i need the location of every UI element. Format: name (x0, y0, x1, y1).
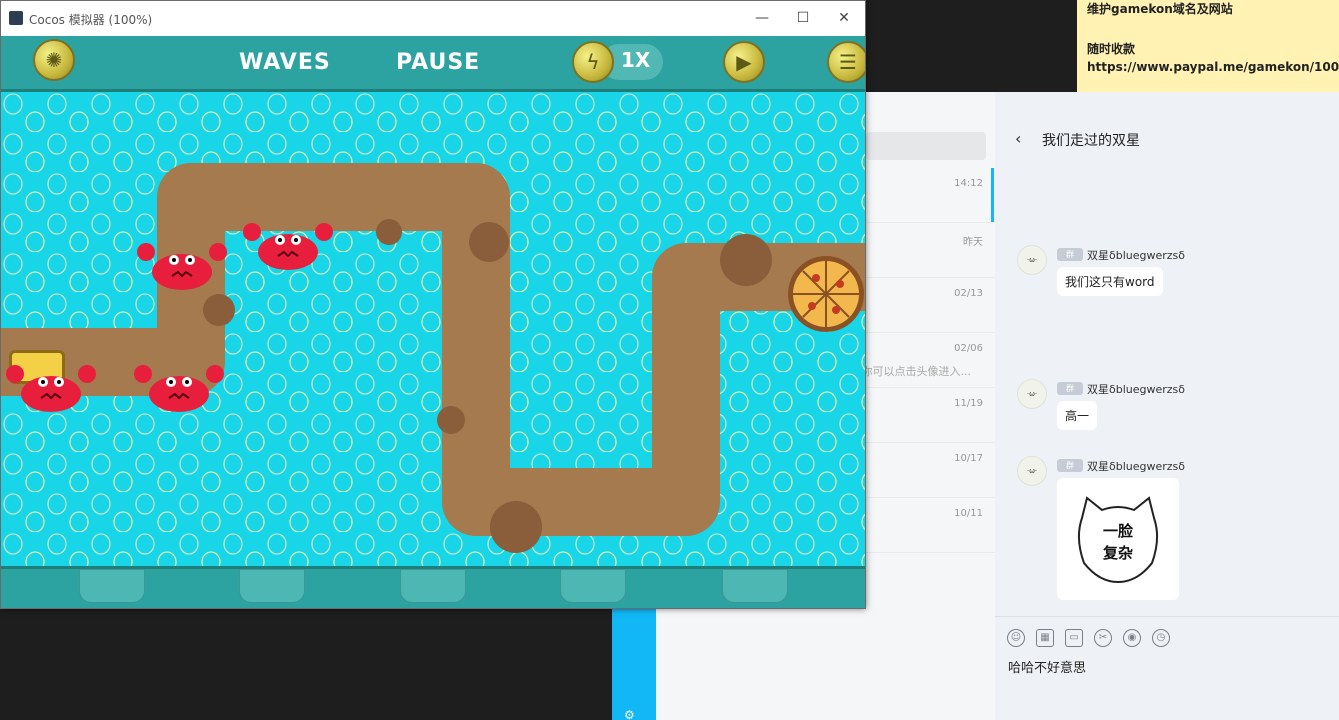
message-bubble: 我们这只有word (1057, 267, 1163, 296)
message-composer: ☺ ▦ ▭ ✂ ◉ ◷ 哈哈不好意思 (995, 616, 1339, 720)
message-input[interactable]: 哈哈不好意思 (1008, 657, 1086, 676)
window-titlebar[interactable]: Cocos 模拟器 (100%) — ☐ ✕ (1, 1, 865, 36)
member-badge: 群 (1057, 459, 1083, 472)
sticker-text-line-2: 复杂 (1102, 544, 1133, 562)
tower-slot[interactable] (239, 569, 305, 603)
map-background (1, 92, 865, 566)
bottom-hud (1, 566, 865, 608)
tower-slot[interactable] (560, 569, 626, 603)
list-item-time: 昨天 (963, 237, 983, 248)
path-spot (469, 222, 509, 262)
list-item-time: 14:12 (954, 178, 983, 189)
message: ·ω· 群 双星δbluegwerzsδ 一脸 复杂 (1017, 456, 1337, 606)
top-hud: ✺ WAVES PAUSE ϟ 1X ▶ ☰ (1, 36, 865, 92)
message-sender: 双星δbluegwerzsδ (1087, 460, 1186, 473)
cocos-simulator-window: Cocos 模拟器 (100%) — ☐ ✕ ✺ WAVES PAUSE ϟ 1… (0, 0, 866, 609)
lemon-coin-icon[interactable]: ✺ (33, 39, 75, 81)
path-spot (376, 219, 402, 245)
pizza-goal-icon (788, 256, 864, 332)
avatar[interactable]: ·ω· (1017, 379, 1047, 409)
sticker-cat-drawing: 一脸 复杂 (1078, 496, 1158, 584)
crab-enemy[interactable] (242, 218, 334, 274)
voice-icon[interactable]: ◉ (1123, 629, 1141, 647)
member-badge: 群 (1057, 382, 1083, 395)
path-spot (203, 294, 235, 326)
desktop: 维护gamekon域名及网站 随时收款 https://www.paypal.m… (0, 0, 1339, 720)
speed-toggle[interactable]: 1X (621, 48, 650, 72)
tower-slot[interactable] (722, 569, 788, 603)
list-item-time: 11/19 (954, 398, 983, 409)
conversation-header: ‹ 我们走过的双星 (995, 120, 1339, 160)
path-spot (490, 501, 542, 553)
conversation-panel: ‹ 我们走过的双星 ·ω· 群 双星δbluegwerzsδ 我们这只有word… (995, 92, 1339, 720)
back-chevron-icon[interactable]: ‹ (1015, 131, 1025, 147)
avatar[interactable]: ·ω· (1017, 456, 1047, 486)
list-item-time: 10/11 (954, 508, 983, 519)
sticky-note: 维护gamekon域名及网站 随时收款 https://www.paypal.m… (1077, 0, 1339, 92)
sticker-text-line-1: 一脸 (1103, 522, 1134, 540)
menu-icon[interactable]: ☰ (827, 41, 865, 83)
crab-enemy[interactable] (5, 360, 97, 416)
avatar[interactable]: ·ω· (1017, 245, 1047, 275)
message-bubble: 高一 (1057, 401, 1098, 430)
settings-icon[interactable]: ⚙ (624, 708, 644, 720)
list-item-preview: 你可以点击头像进入... (861, 365, 972, 378)
crab-enemy[interactable] (136, 238, 228, 294)
search-input[interactable] (866, 132, 986, 160)
message-sender: 双星δbluegwerzsδ (1087, 383, 1186, 396)
crab-enemy[interactable] (133, 360, 225, 416)
sticker-image[interactable]: 一脸 复杂 (1057, 478, 1179, 600)
lightning-icon[interactable]: ϟ (572, 41, 614, 83)
close-button[interactable]: ✕ (829, 7, 859, 29)
message-sender: 双星δbluegwerzsδ (1087, 249, 1186, 262)
active-item-indicator (991, 168, 994, 222)
maximize-button[interactable]: ☐ (788, 7, 818, 29)
path-spot (720, 234, 772, 286)
emoji-icon[interactable]: ☺ (1007, 629, 1025, 647)
game-field (1, 92, 865, 566)
game-viewport: ✺ WAVES PAUSE ϟ 1X ▶ ☰ (1, 36, 865, 608)
minimize-button[interactable]: — (747, 7, 777, 29)
waves-label: WAVES (239, 50, 331, 75)
image-icon[interactable]: ▦ (1036, 629, 1054, 647)
conversation-title: 我们走过的双星 (1042, 133, 1140, 149)
clock-icon[interactable]: ◷ (1152, 629, 1170, 647)
scissors-icon[interactable]: ✂ (1094, 629, 1112, 647)
folder-icon[interactable]: ▭ (1065, 629, 1083, 647)
app-icon (9, 11, 23, 25)
window-title: Cocos 模拟器 (100%) (29, 13, 153, 27)
note-line-1: 维护gamekon域名及网站 (1087, 2, 1233, 16)
message: ·ω· 群 双星δbluegwerzsδ 高一 (1017, 379, 1337, 439)
member-badge: 群 (1057, 248, 1083, 261)
list-item-time: 10/17 (954, 453, 983, 464)
tower-slot[interactable] (400, 569, 466, 603)
note-line-3: https://www.paypal.me/gamekon/100usd (1087, 60, 1339, 74)
play-icon[interactable]: ▶ (723, 41, 765, 83)
list-item-time: 02/06 (954, 343, 983, 354)
path-spot (437, 406, 465, 434)
pause-button[interactable]: PAUSE (396, 50, 480, 75)
tower-slot[interactable] (79, 569, 145, 603)
list-item-time: 02/13 (954, 288, 983, 299)
message: ·ω· 群 双星δbluegwerzsδ 我们这只有word (1017, 245, 1337, 305)
note-line-2: 随时收款 (1087, 42, 1136, 56)
